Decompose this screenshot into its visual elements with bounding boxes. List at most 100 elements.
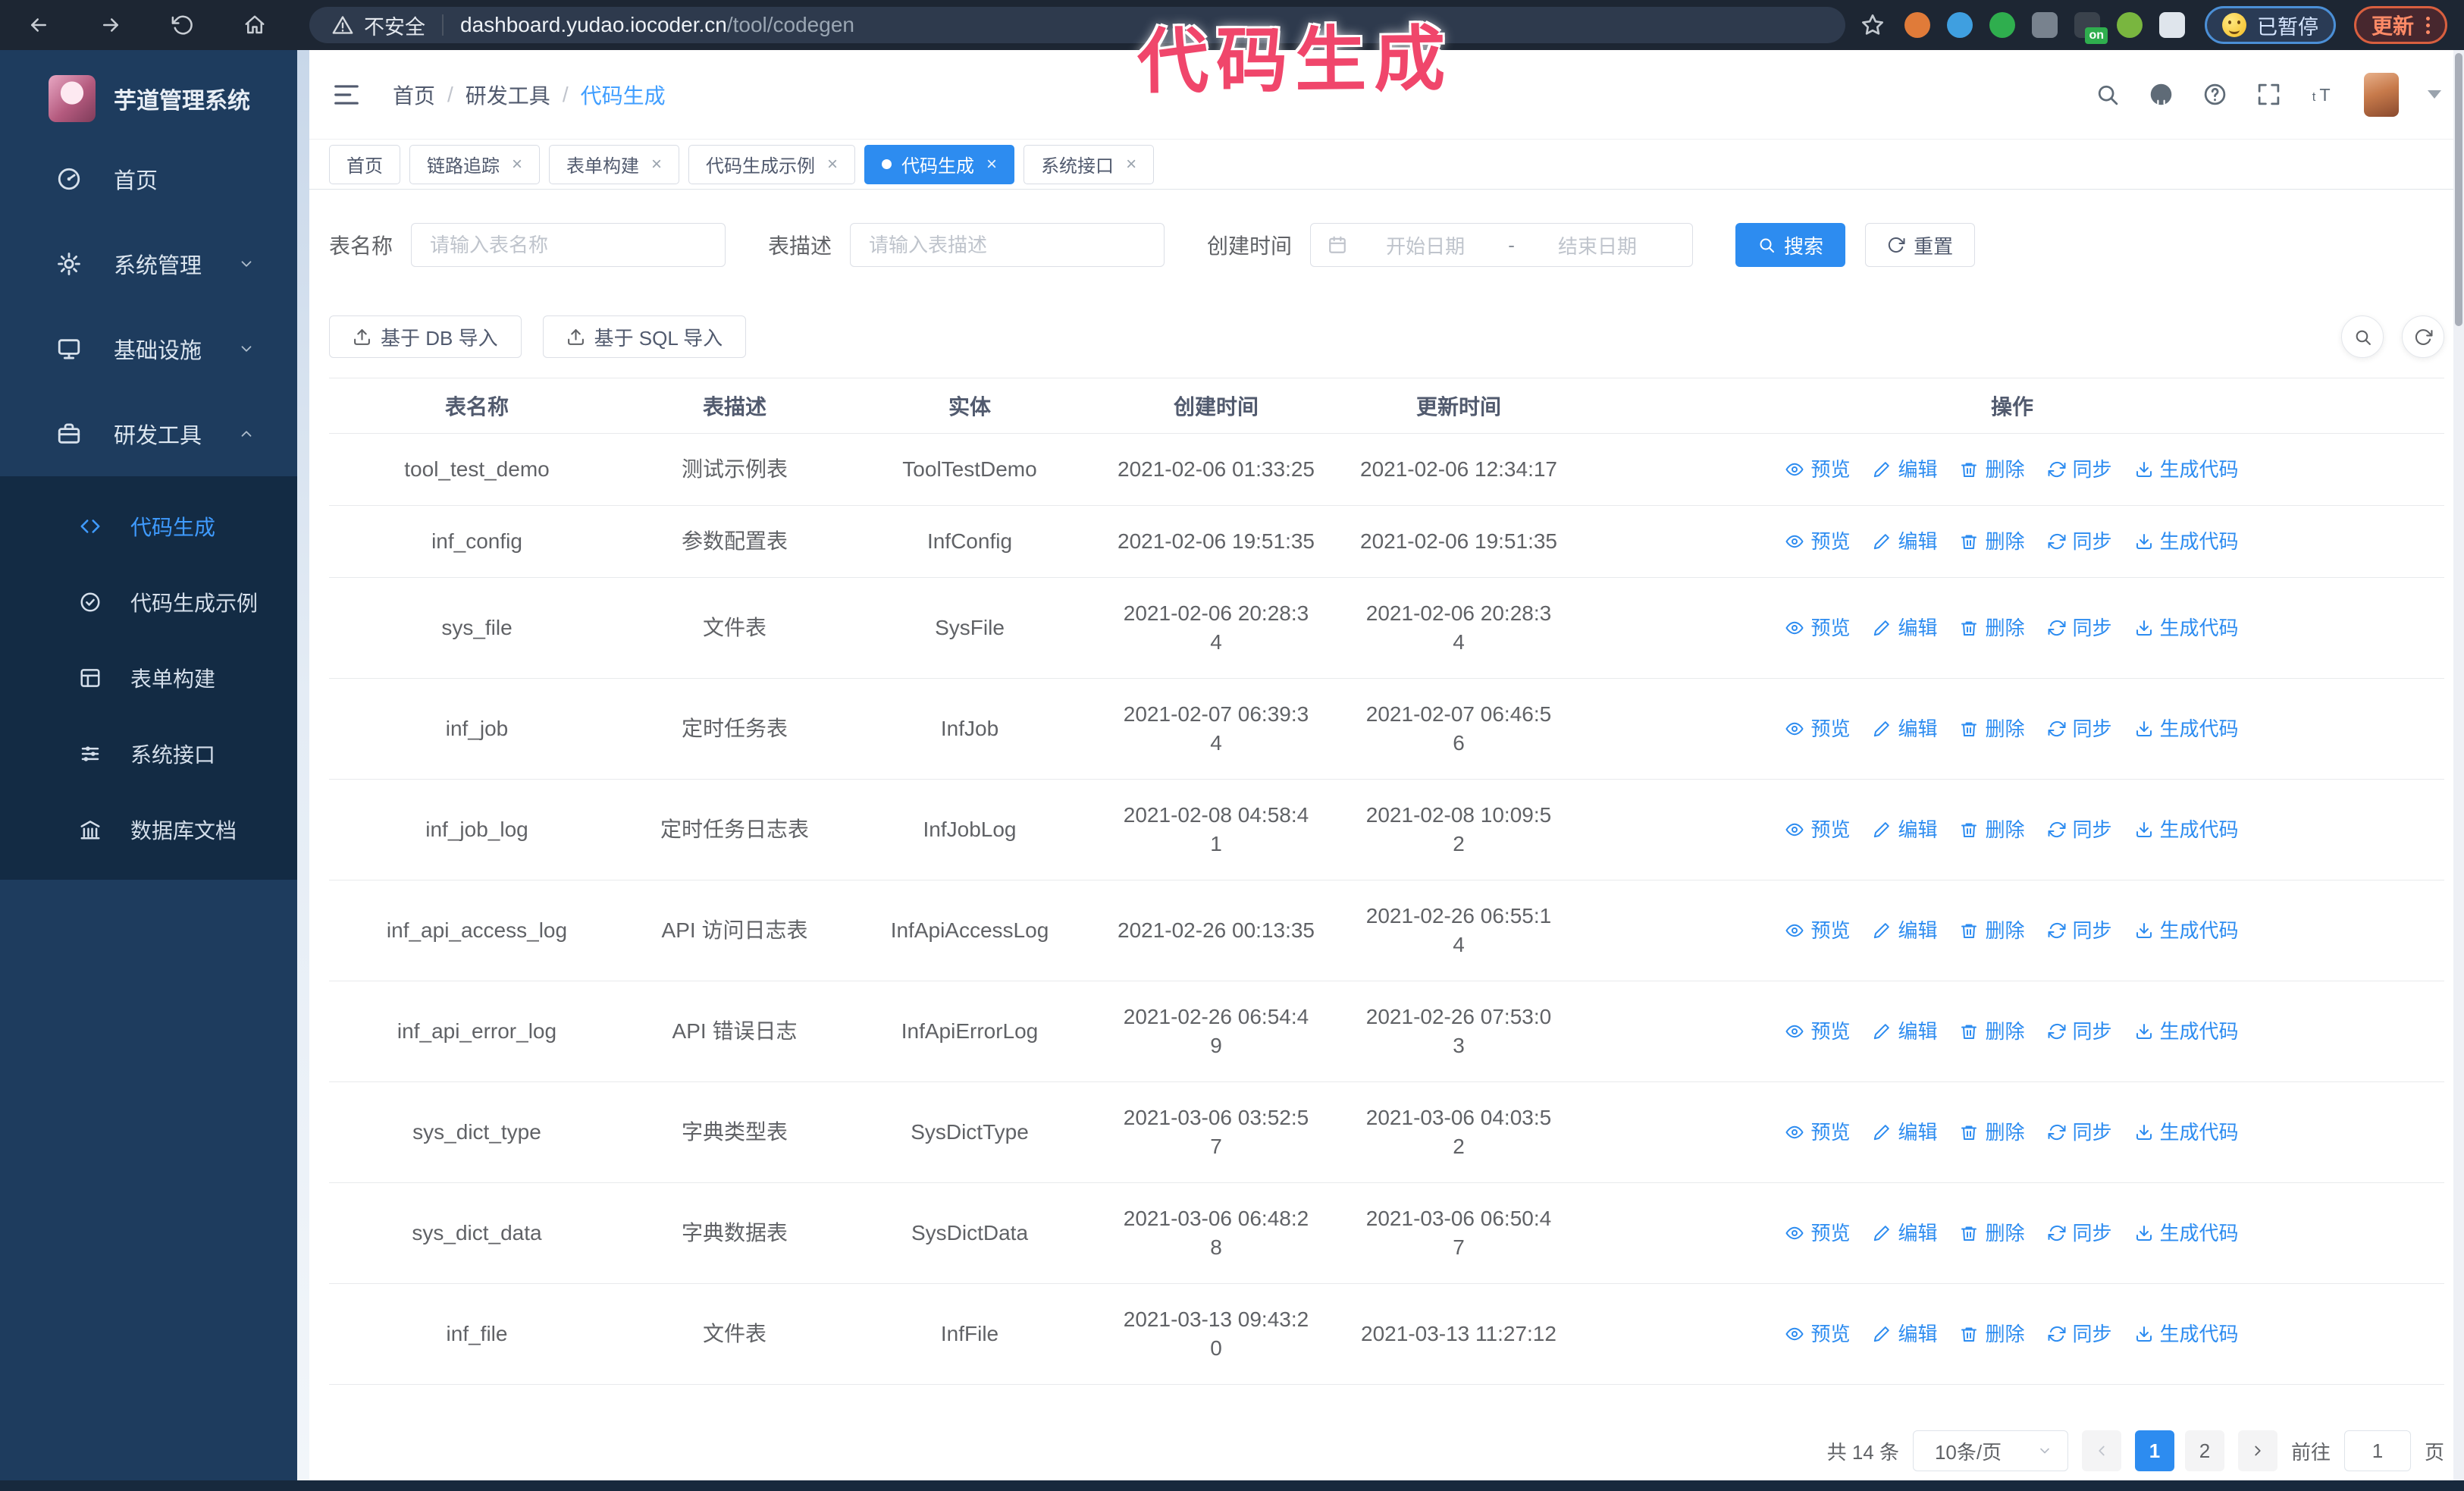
tab-链路追踪[interactable]: 链路追踪 × xyxy=(409,144,541,184)
action-download[interactable]: 生成代码 xyxy=(2135,455,2239,484)
tab-系统接口[interactable]: 系统接口 × xyxy=(1024,144,1155,184)
action-edit[interactable]: 编辑 xyxy=(1873,614,1937,642)
action-trash[interactable]: 删除 xyxy=(1960,1118,2025,1147)
search-button[interactable]: 搜索 xyxy=(1735,223,1846,267)
tab-表单构建[interactable]: 表单构建 × xyxy=(549,144,680,184)
address-bar[interactable]: 不安全 dashboard.yudao.iocoder.cn /tool/cod… xyxy=(309,7,1845,43)
security-warning-label[interactable]: 不安全 xyxy=(364,11,425,40)
next-page-button[interactable] xyxy=(2237,1430,2277,1471)
start-date-placeholder[interactable]: 开始日期 xyxy=(1347,231,1503,259)
action-download[interactable]: 生成代码 xyxy=(2135,1320,2239,1348)
paused-extension-button[interactable]: 已暂停 xyxy=(2204,6,2336,44)
toggle-search-button[interactable] xyxy=(2341,315,2384,358)
date-range-picker[interactable]: 开始日期 - 结束日期 xyxy=(1310,223,1694,267)
action-download[interactable]: 生成代码 xyxy=(2135,815,2239,844)
action-download[interactable]: 生成代码 xyxy=(2135,1017,2239,1046)
action-edit[interactable]: 编辑 xyxy=(1873,714,1937,743)
action-eye[interactable]: 预览 xyxy=(1785,614,1850,642)
action-sync[interactable]: 同步 xyxy=(2048,916,2112,945)
action-edit[interactable]: 编辑 xyxy=(1873,1320,1937,1348)
action-eye[interactable]: 预览 xyxy=(1785,1320,1850,1348)
action-trash[interactable]: 删除 xyxy=(1960,714,2025,743)
action-eye[interactable]: 预览 xyxy=(1785,527,1850,556)
sidebar-item-4[interactable]: 研发工具 xyxy=(0,391,297,476)
action-sync[interactable]: 同步 xyxy=(2048,455,2112,484)
prev-page-button[interactable] xyxy=(2081,1430,2121,1471)
action-edit[interactable]: 编辑 xyxy=(1873,916,1937,945)
tab-代码生成[interactable]: 代码生成 × xyxy=(864,144,1015,184)
end-date-placeholder[interactable]: 结束日期 xyxy=(1519,231,1676,259)
submenu-item-2[interactable]: 代码生成示例 xyxy=(0,564,297,640)
scrollbar-thumb[interactable] xyxy=(2455,53,2462,326)
action-download[interactable]: 生成代码 xyxy=(2135,614,2239,642)
action-trash[interactable]: 删除 xyxy=(1960,527,2025,556)
action-trash[interactable]: 删除 xyxy=(1960,614,2025,642)
action-sync[interactable]: 同步 xyxy=(2048,527,2112,556)
extension-icon-dark[interactable]: on xyxy=(2074,12,2108,44)
action-edit[interactable]: 编辑 xyxy=(1873,815,1937,844)
page-scrollbar[interactable] xyxy=(2453,50,2464,1480)
goto-page-input[interactable] xyxy=(2343,1430,2411,1471)
action-edit[interactable]: 编辑 xyxy=(1873,527,1937,556)
url-path[interactable]: /tool/codegen xyxy=(727,13,854,37)
action-trash[interactable]: 删除 xyxy=(1960,455,2025,484)
font-size-icon[interactable]: tT xyxy=(2310,82,2335,107)
action-eye[interactable]: 预览 xyxy=(1785,455,1850,484)
action-trash[interactable]: 删除 xyxy=(1960,1017,2025,1046)
bookmark-star-icon[interactable] xyxy=(1861,13,1885,37)
user-avatar[interactable] xyxy=(2364,72,2399,117)
action-edit[interactable]: 编辑 xyxy=(1873,1118,1937,1147)
breadcrumb-item[interactable]: 代码生成 xyxy=(581,80,666,110)
action-download[interactable]: 生成代码 xyxy=(2135,916,2239,945)
import-sql-button[interactable]: 基于 SQL 导入 xyxy=(542,315,747,358)
extension-icon-puzzle[interactable] xyxy=(2158,12,2185,38)
action-eye[interactable]: 预览 xyxy=(1785,1219,1850,1248)
page-size-select[interactable]: 10条/页 xyxy=(1912,1430,2068,1471)
submenu-item-5[interactable]: 数据库文档 xyxy=(0,792,297,868)
action-trash[interactable]: 删除 xyxy=(1960,1219,2025,1248)
action-edit[interactable]: 编辑 xyxy=(1873,455,1937,484)
search-icon[interactable] xyxy=(2095,82,2120,107)
submenu-item-4[interactable]: 系统接口 xyxy=(0,716,297,792)
breadcrumb-item[interactable]: 研发工具 xyxy=(466,80,550,110)
tab-close-icon[interactable]: × xyxy=(1126,155,1136,174)
submenu-item-1[interactable]: 代码生成 xyxy=(0,488,297,564)
action-sync[interactable]: 同步 xyxy=(2048,1118,2112,1147)
home-icon[interactable] xyxy=(237,8,272,42)
action-download[interactable]: 生成代码 xyxy=(2135,1118,2239,1147)
action-sync[interactable]: 同步 xyxy=(2048,1320,2112,1348)
action-sync[interactable]: 同步 xyxy=(2048,1219,2112,1248)
action-eye[interactable]: 预览 xyxy=(1785,1118,1850,1147)
refresh-table-button[interactable] xyxy=(2402,315,2444,358)
extension-icon-orange[interactable] xyxy=(1904,12,1930,38)
breadcrumb-item[interactable]: 首页 xyxy=(393,80,435,110)
back-icon[interactable] xyxy=(21,8,56,42)
action-sync[interactable]: 同步 xyxy=(2048,1017,2112,1046)
browser-menu-icon[interactable] xyxy=(2426,16,2430,34)
action-eye[interactable]: 预览 xyxy=(1785,1017,1850,1046)
extension-icon-grid[interactable] xyxy=(2031,12,2058,38)
github-icon[interactable] xyxy=(2149,82,2174,107)
action-edit[interactable]: 编辑 xyxy=(1873,1219,1937,1248)
tab-close-icon[interactable]: × xyxy=(986,155,997,174)
tab-首页[interactable]: 首页 xyxy=(329,144,400,184)
action-eye[interactable]: 预览 xyxy=(1785,916,1850,945)
forward-icon[interactable] xyxy=(93,8,128,42)
page-button-1[interactable]: 1 xyxy=(2134,1430,2174,1471)
extension-icon-green-check[interactable] xyxy=(1989,12,2015,38)
update-button[interactable]: 更新 xyxy=(2353,6,2447,44)
url-domain[interactable]: dashboard.yudao.iocoder.cn xyxy=(460,13,727,37)
sidebar-item-2[interactable]: 系统管理 xyxy=(0,221,297,306)
action-sync[interactable]: 同步 xyxy=(2048,714,2112,743)
import-db-button[interactable]: 基于 DB 导入 xyxy=(329,315,522,358)
action-download[interactable]: 生成代码 xyxy=(2135,1219,2239,1248)
table-desc-input[interactable] xyxy=(850,223,1165,267)
reload-icon[interactable] xyxy=(165,8,200,42)
submenu-item-3[interactable]: 表单构建 xyxy=(0,640,297,716)
table-name-input[interactable] xyxy=(411,223,726,267)
action-eye[interactable]: 预览 xyxy=(1785,815,1850,844)
extension-icon-blue-drop[interactable] xyxy=(1946,12,1973,38)
reset-button[interactable]: 重置 xyxy=(1865,223,1976,267)
action-edit[interactable]: 编辑 xyxy=(1873,1017,1937,1046)
tab-close-icon[interactable]: × xyxy=(651,155,662,174)
